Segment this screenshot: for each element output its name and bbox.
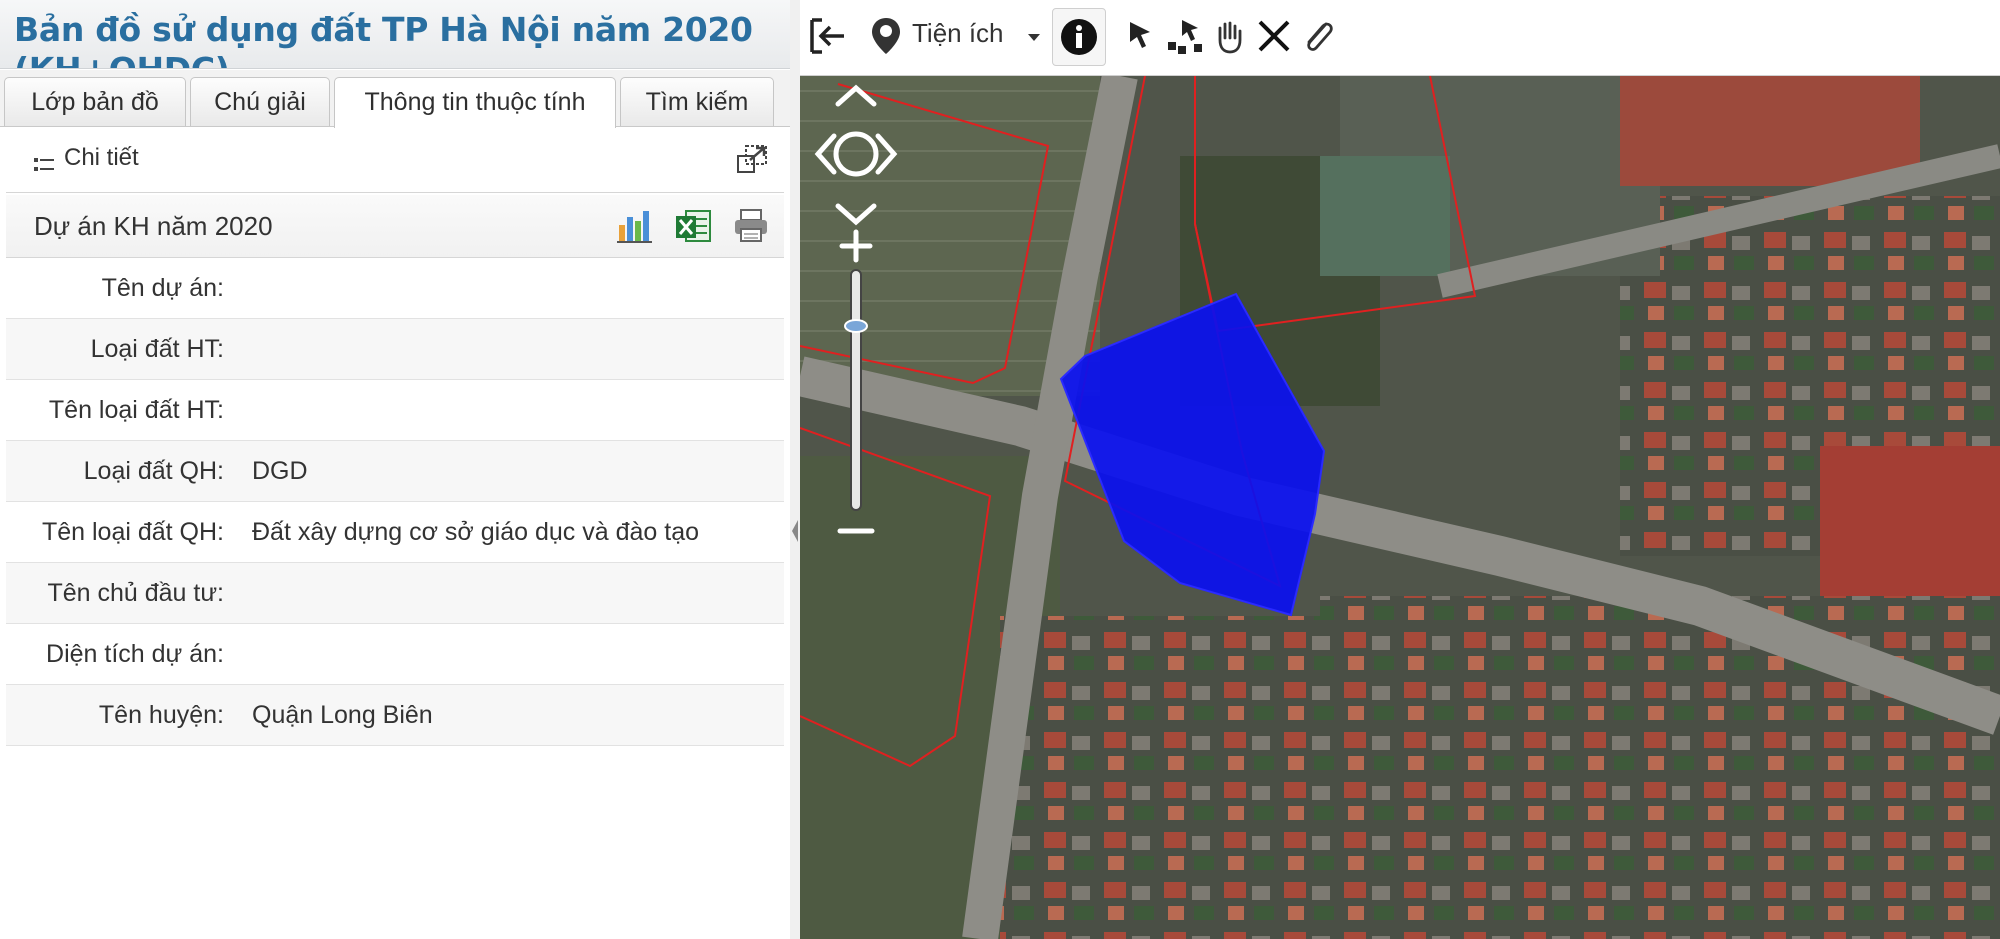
print-icon[interactable] [732,207,770,245]
attr-value: DGD [252,440,784,502]
detail-label: Chi tiết [64,144,139,171]
list-icon [34,158,54,171]
close-icon[interactable] [1252,14,1296,58]
multi-select-icon[interactable] [1164,14,1208,58]
attr-label: Diện tích dự án: [6,623,252,685]
table-row: Diện tích dự án: [6,623,784,685]
tab-layers[interactable]: Lớp bản đồ [4,77,186,126]
table-row: Tên loại đất QH: Đất xây dựng cơ sở giáo … [6,501,784,563]
tab-bar: Lớp bản đồ Chú giải Thông tin thuộc tính… [0,70,790,128]
attr-value [252,379,784,441]
tab-search[interactable]: Tìm kiếm [620,77,774,126]
table-row: Tên huyện: Quận Long Biên [6,684,784,746]
attr-value [252,623,784,685]
map-navigation-control [814,84,898,534]
pan-up-icon [835,84,877,107]
utilities-label[interactable]: Tiện ích [912,18,1004,49]
chart-icon[interactable] [616,207,654,245]
table-row: Tên dự án: [6,258,784,319]
pan-hand-icon[interactable] [1208,14,1252,58]
attr-label: Tên loại đất HT: [6,379,252,441]
select-arrow-icon[interactable] [1120,14,1164,58]
panel-title: Bản đồ sử dụng đất TP Hà Nội năm 2020 (K… [14,10,753,68]
expand-icon[interactable] [736,142,770,176]
exit-icon[interactable] [806,14,850,58]
panel-header: Bản đồ sử dụng đất TP Hà Nội năm 2020 (K… [0,0,790,69]
attr-value: Đất xây dựng cơ sở giáo dục và đào tạo [252,501,784,563]
zoom-slider [850,269,862,511]
center-icon [833,131,879,177]
pan-right-icon [875,133,898,175]
attr-value: Quận Long Biên [252,684,784,746]
attr-label: Loại đất HT: [6,318,252,380]
project-bar: Dự án KH năm 2020 [6,195,784,258]
map-canvas[interactable] [800,76,2000,939]
info-icon [1061,19,1097,55]
collapse-arrow-icon[interactable] [792,520,798,542]
map-toolbar: Tiện ích [800,0,2000,76]
detail-bar: Chi tiết [6,128,784,193]
attr-value [252,258,784,319]
satellite-imagery [800,76,2000,939]
attr-label: Loại đất QH: [6,440,252,502]
attach-clip-icon[interactable] [1296,14,1340,58]
tab-attribute-info[interactable]: Thông tin thuộc tính [334,77,616,128]
left-panel: Bản đồ sử dụng đất TP Hà Nội năm 2020 (K… [0,0,791,939]
excel-icon[interactable] [674,207,712,245]
table-row: Tên loại đất HT: [6,379,784,441]
attr-value [252,562,784,624]
attribute-table: Tên dự án: Loại đất HT: Tên loại đất HT:… [6,258,784,746]
pan-down-icon [835,203,877,226]
attr-label: Tên dự án: [6,258,252,319]
info-button[interactable] [1052,8,1106,66]
attr-label: Tên huyện: [6,684,252,746]
attr-label: Tên chủ đầu tư: [6,562,252,624]
pan-left-icon [814,133,837,175]
tab-legend[interactable]: Chú giải [190,77,330,126]
table-row: Loại đất HT: [6,318,784,380]
attr-value [252,318,784,380]
zoom-in-icon [839,229,873,263]
dropdown-icon[interactable] [1024,26,1044,46]
table-row: Loại đất QH: DGD [6,440,784,502]
zoom-slider-thumb [844,319,868,333]
table-row: Tên chủ đầu tư: [6,562,784,624]
location-pin-icon[interactable] [864,14,908,58]
project-title: Dự án KH năm 2020 [34,211,273,241]
attr-label: Tên loại đất QH: [6,501,252,563]
